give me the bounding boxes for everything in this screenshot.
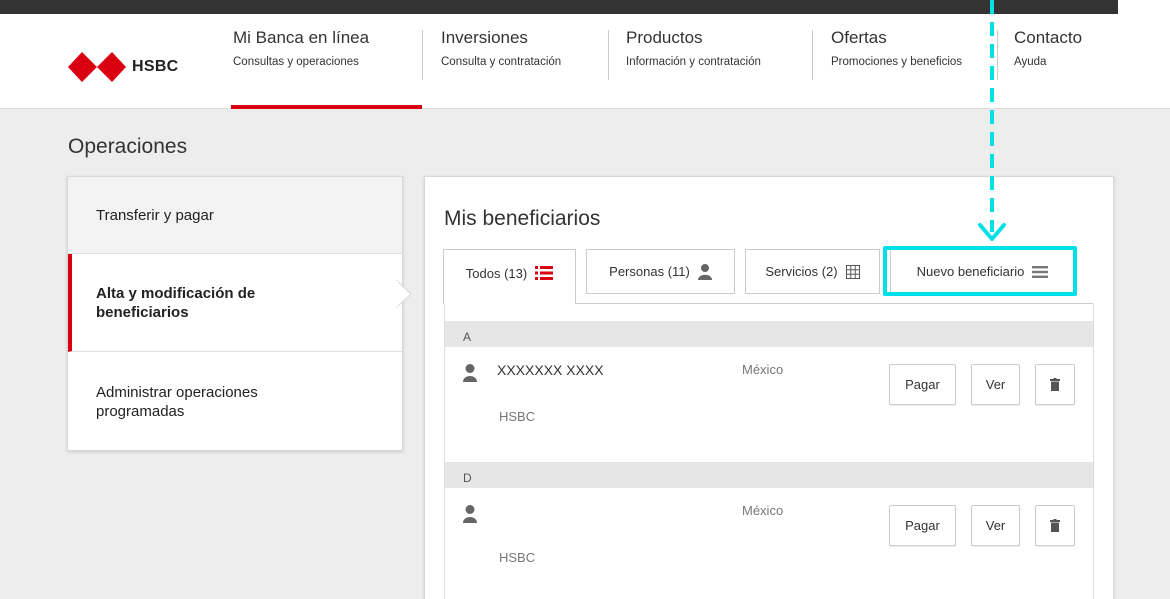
active-caret-icon xyxy=(396,280,412,308)
tab-nuevo-beneficiario[interactable]: Nuevo beneficiario xyxy=(890,249,1075,294)
view-button[interactable]: Ver xyxy=(971,505,1020,546)
tab-label: Servicios (2) xyxy=(765,264,838,279)
view-button[interactable]: Ver xyxy=(971,364,1020,405)
nav-ofertas[interactable]: Ofertas Promociones y beneficios xyxy=(831,28,962,95)
brand-name: HSBC xyxy=(132,58,179,75)
person-icon xyxy=(697,263,712,280)
list-item: México HSBC Pagar Ver xyxy=(445,488,1093,599)
building-icon xyxy=(845,264,860,279)
tab-label: Nuevo beneficiario xyxy=(916,264,1025,279)
panel-title: Mis beneficiarios xyxy=(444,207,601,230)
list-item: XXXXXXX XXXX México HSBC Pagar Ver xyxy=(445,347,1093,461)
tab-todos[interactable]: Todos (13) xyxy=(443,249,576,304)
beneficiaries-panel: Mis beneficiarios Todos (13) Personas (1… xyxy=(424,176,1114,599)
nav-subtitle: Consulta y contratación xyxy=(441,56,562,68)
pay-button[interactable]: Pagar xyxy=(889,505,956,546)
beneficiary-name: XXXXXXX XXXX xyxy=(497,362,604,378)
nav-title: Ofertas xyxy=(831,28,887,47)
group-header: D xyxy=(445,462,1093,488)
beneficiary-country: México xyxy=(742,503,784,518)
tab-label: Personas (11) xyxy=(609,264,690,279)
side-menu-label: Administrar operaciones programadas xyxy=(96,384,258,420)
trash-icon xyxy=(1050,378,1060,391)
side-menu-label: Transferir y pagar xyxy=(96,207,214,224)
side-menu-item-transferir[interactable]: Transferir y pagar xyxy=(68,177,402,254)
hsbc-logo[interactable]: HSBC xyxy=(68,52,179,82)
annotation-arrow-icon xyxy=(978,223,1006,241)
side-menu-label: Alta y modificación de beneficiarios xyxy=(96,285,256,321)
nav-subtitle: Promociones y beneficios xyxy=(831,56,963,68)
nav-title: Contacto xyxy=(1014,28,1083,47)
page-title: Operaciones xyxy=(68,135,188,158)
side-menu-item-beneficiarios[interactable]: Alta y modificación de beneficiarios xyxy=(68,254,402,352)
top-bar-end xyxy=(1118,0,1170,14)
pay-button[interactable]: Pagar xyxy=(889,364,956,405)
nav-title: Productos xyxy=(626,28,703,47)
nav-divider xyxy=(812,30,813,80)
person-icon xyxy=(463,364,477,382)
nav-mi-banca[interactable]: Mi Banca en línea Consultas y operacione… xyxy=(233,28,369,95)
menu-icon xyxy=(1032,265,1049,278)
group-header: A xyxy=(445,321,1093,347)
person-icon xyxy=(463,505,477,523)
nav-divider xyxy=(608,30,609,80)
side-menu: Transferir y pagar Alta y modificación d… xyxy=(67,176,403,451)
nav-divider xyxy=(997,30,998,80)
tab-label: Todos (13) xyxy=(465,266,528,281)
nav-subtitle: Consultas y operaciones xyxy=(233,56,359,68)
tab-servicios[interactable]: Servicios (2) xyxy=(745,249,880,294)
nav-active-indicator xyxy=(231,105,422,109)
delete-button[interactable] xyxy=(1035,505,1075,546)
list-icon xyxy=(535,266,554,280)
beneficiary-bank: HSBC xyxy=(499,550,536,565)
trash-icon xyxy=(1050,519,1060,532)
beneficiary-country: México xyxy=(742,362,784,377)
top-bar xyxy=(0,0,1118,14)
hsbc-hexagon-icon xyxy=(68,52,126,82)
nav-title: Mi Banca en línea xyxy=(233,28,370,47)
beneficiary-bank: HSBC xyxy=(499,409,536,424)
nav-title: Inversiones xyxy=(441,28,528,47)
nav-divider xyxy=(422,30,423,80)
annotation-dashed-line xyxy=(990,0,994,232)
nav-contacto[interactable]: Contacto Ayuda xyxy=(1014,28,1082,95)
nav-inversiones[interactable]: Inversiones Consulta y contratación xyxy=(441,28,561,95)
tab-personas[interactable]: Personas (11) xyxy=(586,249,735,294)
beneficiaries-list: A XXXXXXX XXXX México HSBC Pagar Ver D M… xyxy=(444,304,1094,599)
nav-productos[interactable]: Productos Información y contratación xyxy=(626,28,761,95)
nav-subtitle: Información y contratación xyxy=(626,56,761,68)
side-menu-item-programadas[interactable]: Administrar operaciones programadas xyxy=(68,352,402,451)
nav-subtitle: Ayuda xyxy=(1014,56,1047,68)
delete-button[interactable] xyxy=(1035,364,1075,405)
